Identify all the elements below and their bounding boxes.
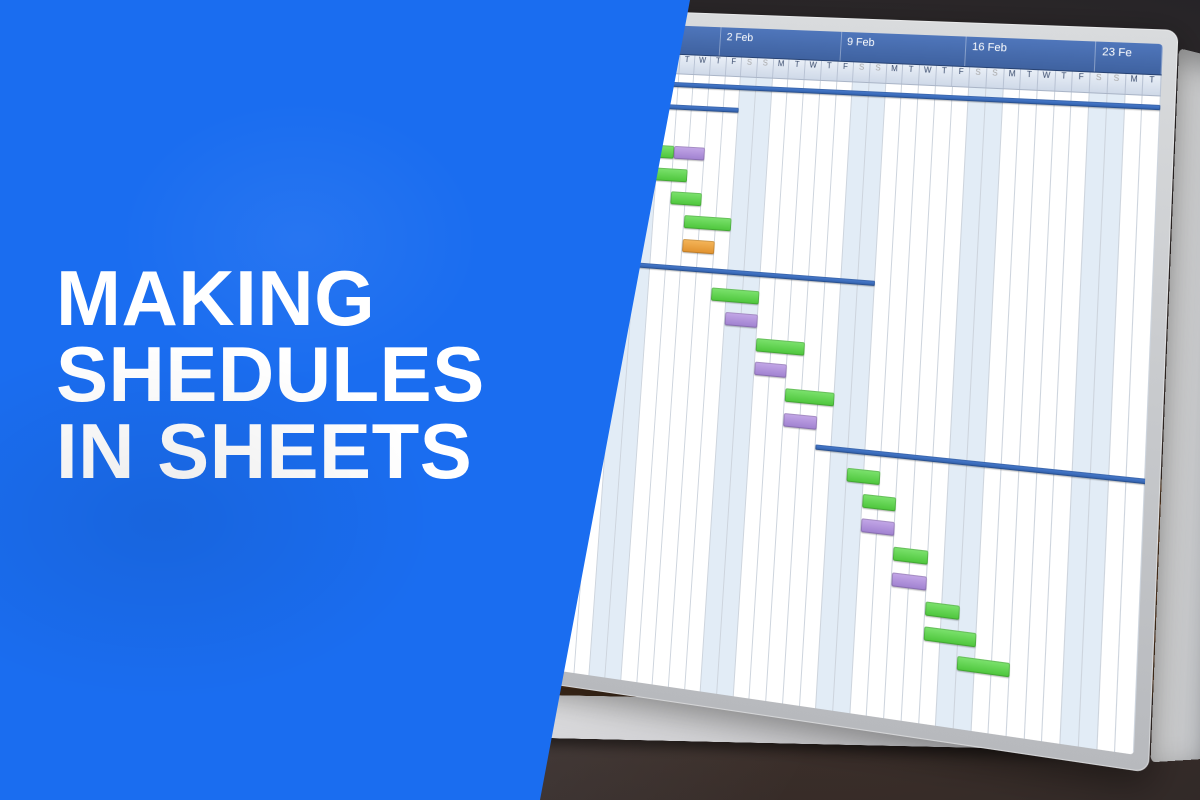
gantt-day-label: W: [919, 65, 937, 85]
gantt-week-label: 23 Fe: [1095, 42, 1163, 75]
gantt-day-label: S: [757, 58, 774, 77]
gantt-day-label: T: [902, 64, 920, 84]
gantt-day-label: M: [1003, 69, 1021, 89]
gantt-day-label: W: [694, 56, 711, 75]
gantt-day-label: T: [1020, 70, 1038, 90]
gantt-day-label: W: [1038, 70, 1056, 90]
headline-line-1: MAKING: [56, 260, 485, 336]
gantt-day-label: S: [969, 67, 987, 87]
gantt-week-label: 16 Feb: [965, 37, 1096, 72]
headline-line-2: SHEDULES: [56, 336, 485, 412]
gantt-day-label: F: [837, 62, 854, 82]
gantt-day-label: T: [1055, 71, 1073, 91]
headline-line-3: IN SHEETS: [56, 413, 485, 489]
gantt-day-label: T: [936, 66, 954, 86]
gantt-day-label: M: [773, 59, 790, 79]
gantt-bar: [725, 312, 758, 328]
gantt-day-label: M: [886, 64, 904, 84]
gantt-day-label: T: [710, 56, 727, 75]
gantt-bar: [673, 146, 705, 161]
gantt-day-label: F: [1072, 72, 1090, 93]
gantt-day-label: W: [805, 60, 822, 80]
gantt-week-label: 2 Feb: [720, 27, 842, 60]
gantt-day-label: F: [952, 67, 970, 87]
gantt-day-label: M: [1125, 74, 1144, 95]
gantt-day-label: S: [1107, 73, 1126, 94]
gantt-day-label: T: [821, 61, 838, 81]
gantt-bar: [682, 238, 714, 253]
gantt-day-label: S: [1090, 72, 1108, 93]
gantt-day-label: T: [789, 60, 806, 80]
gantt-day-label: S: [741, 58, 758, 77]
gantt-day-label: S: [870, 63, 888, 83]
gantt-day-label: S: [986, 68, 1004, 88]
gantt-day-label: F: [725, 57, 742, 76]
gantt-bar: [670, 191, 702, 206]
gantt-day-label: T: [1143, 75, 1162, 96]
headline-text: MAKING SHEDULES IN SHEETS: [56, 260, 485, 489]
gantt-week-label: 9 Feb: [840, 32, 966, 66]
gantt-day-label: T: [679, 55, 696, 74]
gantt-day-label: S: [853, 62, 870, 82]
